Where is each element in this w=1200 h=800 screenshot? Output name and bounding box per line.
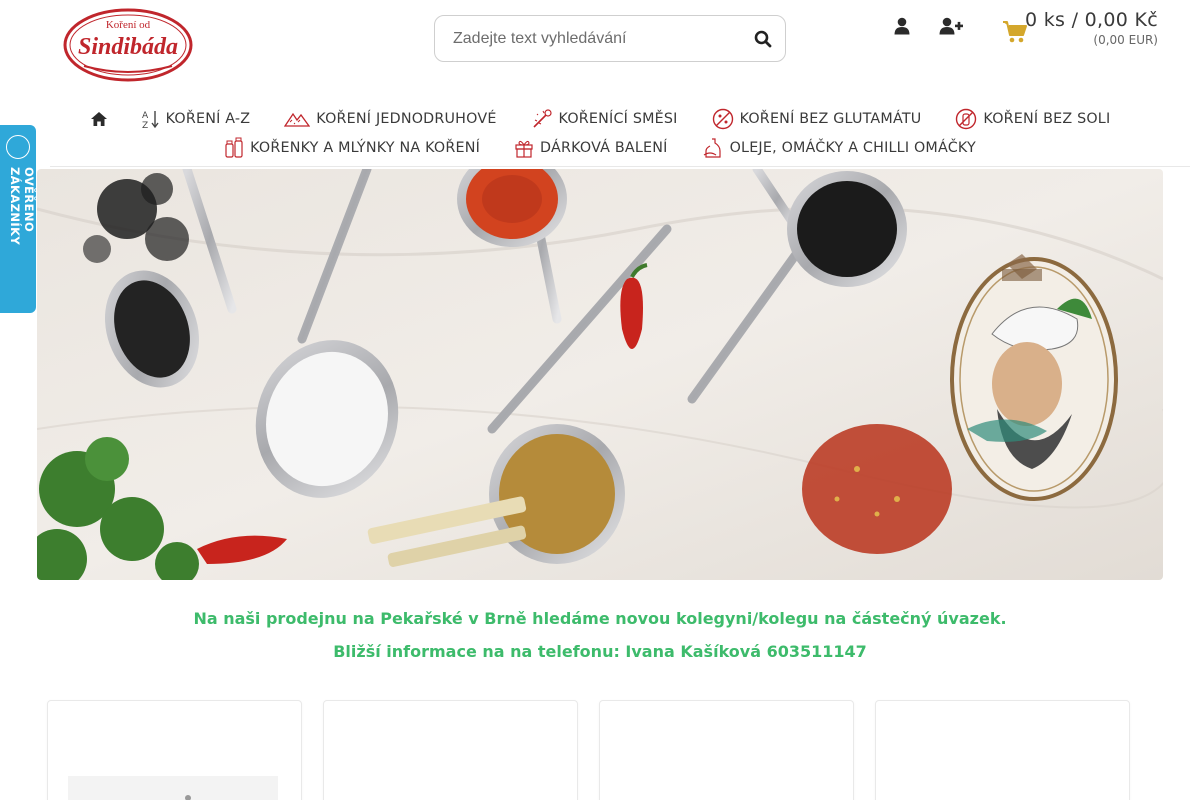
nav-oleje-omacky[interactable]: OLEJE, OMÁČKY A CHILLI OMÁČKY — [702, 137, 976, 159]
nav-item-label: DÁRKOVÁ BALENÍ — [540, 140, 668, 156]
nav-item-label: KOŘENÍ BEZ SOLI — [983, 111, 1111, 127]
nav-item-label: KOŘENÍ A-Z — [165, 111, 251, 127]
nav-item-label: KOŘENÍ JEDNODRUHOVÉ — [316, 111, 497, 127]
register-button[interactable] — [938, 14, 964, 38]
logo-text-main: Sindibáda — [78, 34, 178, 60]
nav-korenici-smesi[interactable]: KOŘENÍCÍ SMĚSI — [531, 108, 678, 130]
nav-koreni-bez-glutamatu[interactable]: KOŘENÍ BEZ GLUTAMÁTU — [712, 108, 922, 130]
nav-koreni-jednodruhove[interactable]: KOŘENÍ JEDNODRUHOVÉ — [284, 110, 496, 128]
hero-banner[interactable] — [37, 169, 1163, 580]
nav-item-label: KOŘENÍ BEZ GLUTAMÁTU — [739, 111, 922, 127]
spices-banner-image — [37, 169, 1163, 580]
no-glutamate-icon — [712, 108, 733, 130]
oil-bottle-icon — [703, 138, 721, 158]
spice-jar-icon — [225, 137, 243, 158]
nav-divider — [50, 166, 1190, 167]
nav-row-2: KOŘENKY A MLÝNKY NA KOŘENÍ DÁRKOVÁ BALEN… — [0, 135, 1200, 161]
svg-text:Z: Z — [142, 121, 148, 129]
spice-mix-icon — [532, 109, 552, 128]
nav-koreni-a-z[interactable]: A Z KOŘENÍ A-Z — [142, 109, 251, 129]
nav-item-label: KOŘENÍCÍ SMĚSI — [558, 111, 678, 127]
badge-label: OVĚŘENO ZÁKAZNÍKY — [8, 167, 36, 246]
user-plus-icon — [939, 17, 963, 35]
nav-home[interactable] — [90, 111, 108, 127]
login-button[interactable] — [890, 14, 914, 38]
announcement-line-2: Bližší informace na na telefonu: Ivana K… — [333, 642, 867, 661]
search-input[interactable] — [453, 28, 743, 50]
nav-korenky-a-mlynky[interactable]: KOŘENKY A MLÝNKY NA KOŘENÍ — [224, 137, 480, 159]
announcement-line-1: Na naši prodejnu na Pekařské v Brně hled… — [193, 609, 1007, 628]
home-icon — [90, 112, 107, 126]
no-salt-icon — [956, 108, 977, 130]
search-icon — [754, 30, 772, 48]
nav-darkova-baleni[interactable]: DÁRKOVÁ BALENÍ — [514, 138, 668, 158]
site-header: Koření od Sindibáda Zadejte text vyhledá… — [0, 0, 1200, 100]
main-navigation: A Z KOŘENÍ A-Z KOŘENÍ JEDNODRUHOVÉ KOŘEN… — [0, 102, 1200, 166]
nav-item-label: OLEJE, OMÁČKY A CHILLI OMÁČKY — [729, 140, 976, 156]
product-card[interactable] — [323, 700, 578, 800]
nav-item-label: KOŘENKY A MLÝNKY NA KOŘENÍ — [250, 140, 481, 156]
product-card[interactable] — [875, 700, 1130, 800]
svg-text:A: A — [142, 111, 149, 121]
cart-total: 0 ks / 0,00 Kč — [1025, 9, 1158, 31]
cart-total-eur: (0,00 EUR) — [1093, 33, 1158, 47]
gift-icon — [515, 140, 533, 158]
product-image-placeholder — [68, 776, 278, 800]
site-logo[interactable]: Koření od Sindibáda — [62, 8, 194, 82]
product-card[interactable] — [599, 700, 854, 800]
logo-text-top: Koření od — [106, 19, 151, 31]
mountain-spice-icon — [284, 112, 311, 127]
product-card[interactable] — [47, 700, 302, 800]
search-button[interactable] — [747, 24, 779, 54]
search-box — [434, 15, 786, 62]
cart-summary[interactable]: 0 ks / 0,00 Kč (0,00 EUR) — [1025, 9, 1158, 47]
nav-koreni-bez-soli[interactable]: KOŘENÍ BEZ SOLI — [955, 108, 1110, 130]
sort-az-icon: A Z — [142, 111, 159, 129]
nav-row-1: A Z KOŘENÍ A-Z KOŘENÍ JEDNODRUHOVÉ KOŘEN… — [0, 106, 1200, 132]
user-icon — [894, 17, 910, 35]
